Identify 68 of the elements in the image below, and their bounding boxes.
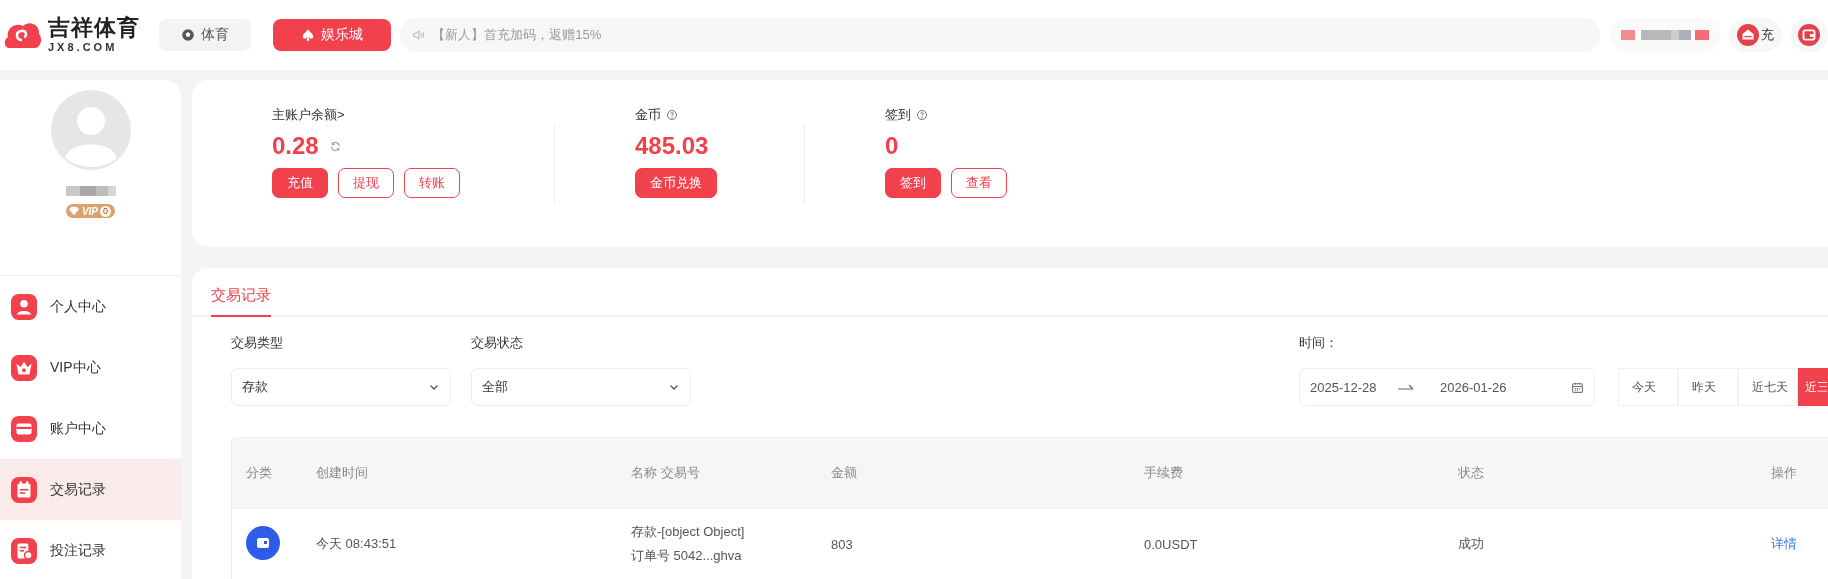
column-header: 操作: [1771, 464, 1798, 482]
action-button[interactable]: 提现: [338, 168, 394, 198]
card-icon: [11, 415, 37, 442]
stat-label: 签到: [885, 106, 911, 124]
user-pill[interactable]: [1609, 18, 1721, 52]
stat-label: 金币: [635, 106, 661, 124]
tab[interactable]: 交易记录: [211, 286, 271, 317]
calendar-icon: [1571, 380, 1584, 394]
dropdown[interactable]: 存款: [231, 368, 451, 406]
calendar-icon: [11, 476, 37, 503]
stat-value: 0: [885, 132, 899, 160]
range-button[interactable]: 昨天: [1678, 368, 1738, 406]
spade-icon: [301, 28, 316, 42]
sidebar-item[interactable]: 交易记录: [0, 459, 181, 520]
column-header: 分类: [246, 464, 273, 482]
sidebar-item[interactable]: VIP中心: [0, 337, 181, 398]
header-action-button[interactable]: [1790, 18, 1828, 52]
action-button[interactable]: 金币兑换: [635, 168, 717, 198]
table-cell-text: 今天 08:43:51: [316, 535, 398, 553]
column-header: 名称 交易号: [631, 464, 701, 482]
help-icon: [916, 109, 928, 121]
speaker-icon: [412, 28, 427, 42]
action-button[interactable]: 转账: [404, 168, 460, 198]
table-cell-text: 订单号 5042...ghva: [631, 547, 743, 565]
action-button[interactable]: 充值: [272, 168, 328, 198]
wallet-icon: [246, 525, 280, 560]
nav-tab[interactable]: 娱乐城: [273, 19, 392, 51]
dropdown[interactable]: 全部: [471, 368, 691, 406]
action-button[interactable]: 签到: [885, 168, 941, 198]
table-cell-text: 存款-[object Object]: [631, 523, 746, 541]
blurred-name: [65, 186, 116, 196]
diamond-icon: [67, 206, 80, 216]
range-button[interactable]: 近七天: [1738, 368, 1798, 406]
stat-value: 0.28: [272, 132, 319, 160]
column-header: 手续费: [1144, 464, 1184, 482]
range-button[interactable]: 今天: [1618, 368, 1678, 406]
column-header: 状态: [1458, 464, 1485, 482]
receipt-icon: [11, 537, 37, 564]
column-header: 金额: [831, 464, 858, 482]
column-header: 创建时间: [316, 464, 369, 482]
sidebar-item[interactable]: 投注记录: [0, 520, 181, 579]
help-icon: [666, 109, 678, 121]
table-cell-text: 803: [831, 536, 854, 552]
nav-tab[interactable]: 体育: [159, 19, 252, 51]
refresh-icon: [328, 139, 342, 153]
logo-domain: JX8.COM: [48, 42, 119, 53]
logo-name: 吉祥体育: [48, 17, 140, 39]
ball-icon: [181, 28, 196, 42]
filter-label: 交易状态: [471, 334, 524, 350]
filter-label: 时间：: [1299, 334, 1339, 350]
stat-value: 485.03: [635, 132, 709, 160]
header-action-button[interactable]: 充: [1729, 18, 1782, 52]
deposit-icon: [1737, 24, 1759, 46]
notice-text: 【新人】首充加码，返赠15%: [432, 26, 602, 44]
user-icon: [11, 293, 37, 320]
table-cell-text: 成功: [1458, 535, 1485, 553]
vip-badge: VIP 0: [65, 204, 116, 218]
sidebar-item[interactable]: 个人中心: [0, 276, 181, 337]
action-button[interactable]: 查看: [951, 168, 1007, 198]
filter-label: 交易类型: [231, 334, 284, 350]
crown-icon: [11, 354, 37, 381]
arrow-icon: [1398, 383, 1414, 391]
wallet-icon: [1798, 24, 1820, 46]
stat-label: 主账户余额>: [272, 106, 345, 124]
table-cell-text: 0.0USDT: [1144, 536, 1199, 552]
sidebar-item[interactable]: 账户中心: [0, 398, 181, 459]
details-link[interactable]: 详情: [1771, 536, 1797, 551]
date-range-field[interactable]: 2025-12-28 2026-01-26: [1299, 368, 1595, 406]
